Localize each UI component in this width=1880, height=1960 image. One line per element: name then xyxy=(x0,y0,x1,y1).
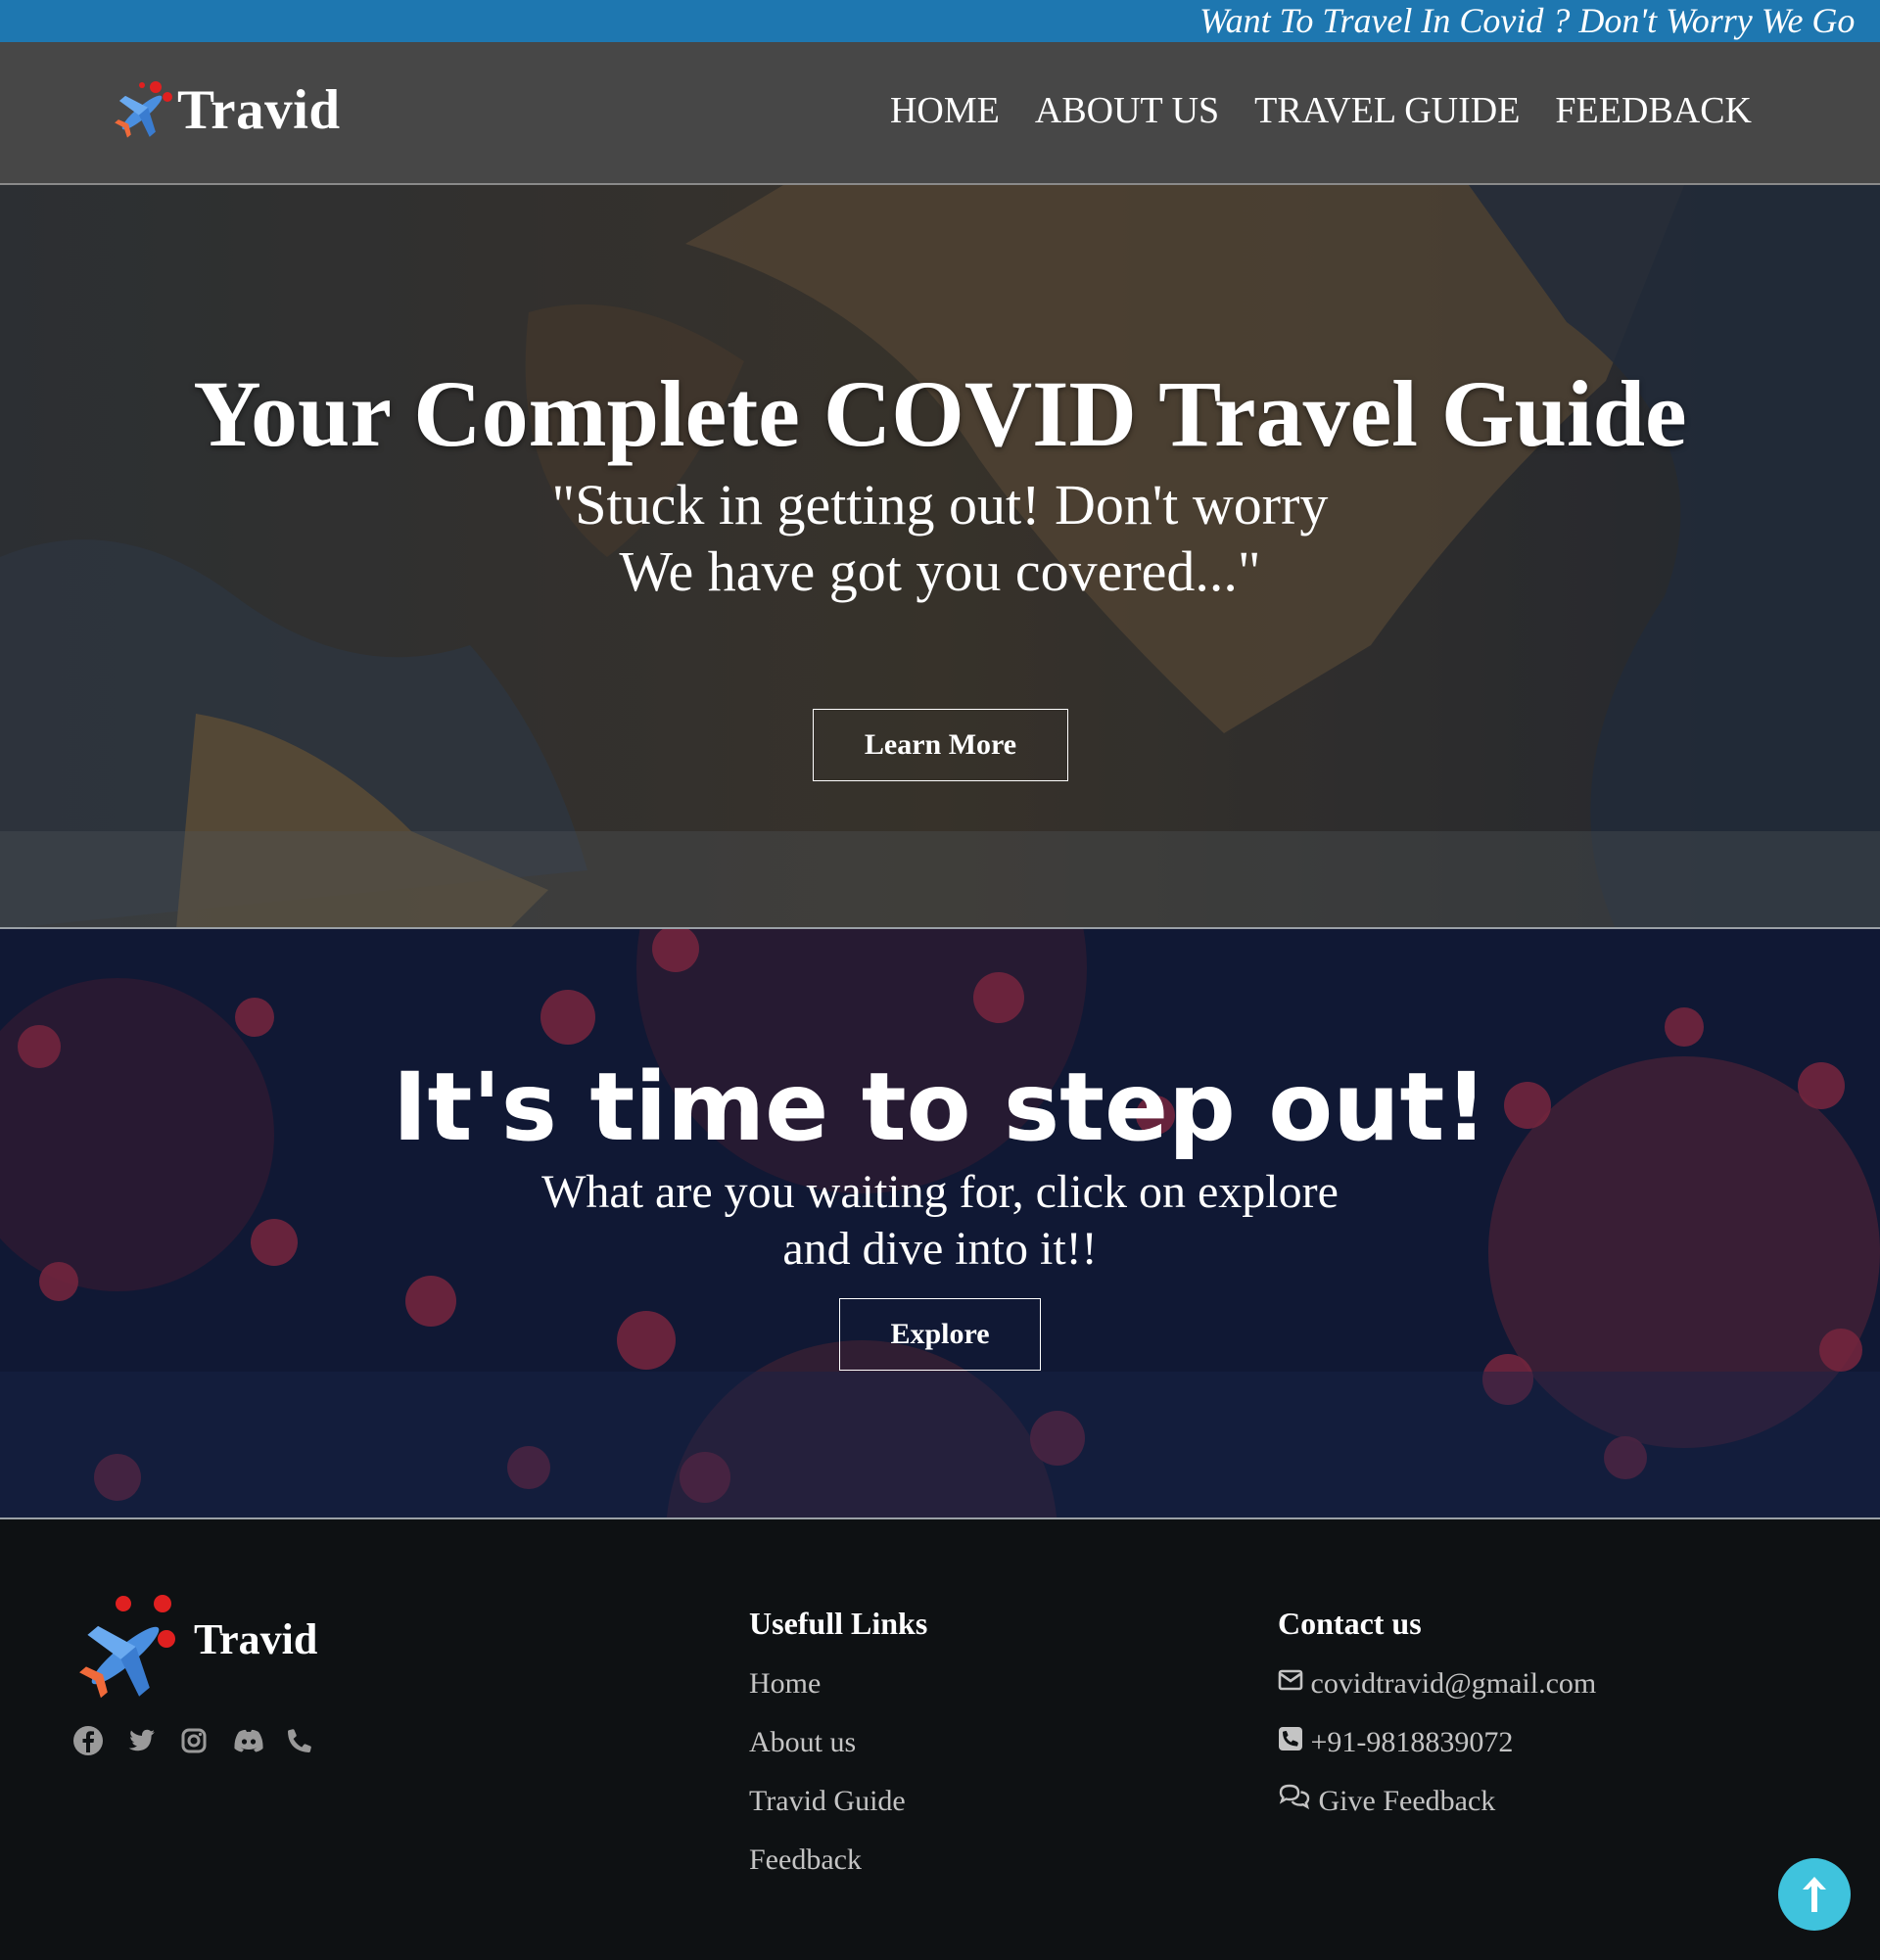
twitter-icon[interactable] xyxy=(125,1725,157,1756)
phone-square-icon xyxy=(1279,1727,1302,1750)
footer-link-home[interactable]: Home xyxy=(749,1664,927,1723)
explore-button[interactable]: Explore xyxy=(839,1298,1041,1371)
arrow-up-icon xyxy=(1803,1877,1826,1912)
envelope-icon xyxy=(1278,1669,1303,1691)
explore-subtitle-line-1: What are you waiting for, click on explo… xyxy=(541,1166,1339,1218)
explore-section: It's time to step out! What are you wait… xyxy=(0,929,1880,1519)
learn-more-button[interactable]: Learn More xyxy=(813,709,1068,781)
explore-subtitle: What are you waiting for, click on explo… xyxy=(0,1164,1880,1278)
navbar: Travid HOME ABOUT US TRAVEL GUIDE FEEDBA… xyxy=(0,42,1880,185)
airplane-logo-icon xyxy=(79,1595,175,1699)
explore-subtitle-line-2: and dive into it!! xyxy=(782,1223,1098,1275)
nav-item-travel-guide[interactable]: TRAVEL GUIDE xyxy=(1254,89,1520,132)
contact-email-link[interactable]: covidtravid@gmail.com xyxy=(1278,1664,1596,1723)
footer: Travid Usefull Links Home About us Travi… xyxy=(0,1519,1880,1960)
discord-icon[interactable] xyxy=(231,1725,263,1756)
contact-email: covidtravid@gmail.com xyxy=(1310,1667,1597,1700)
facebook-icon[interactable] xyxy=(72,1725,104,1756)
explore-bottom-band xyxy=(0,1372,1880,1517)
brand-name: Travid xyxy=(177,78,341,141)
social-links xyxy=(72,1725,315,1756)
hero-bottom-band xyxy=(0,831,1880,927)
footer-link-feedback[interactable]: Feedback xyxy=(749,1841,927,1899)
brand-link[interactable]: Travid xyxy=(113,77,341,142)
hero-subtitle: "Stuck in getting out! Don't worry We ha… xyxy=(0,472,1880,605)
nav-item-feedback[interactable]: FEEDBACK xyxy=(1555,89,1752,132)
give-feedback-link[interactable]: Give Feedback xyxy=(1278,1782,1596,1841)
hero-subtitle-line-2: We have got you covered..." xyxy=(619,539,1261,603)
useful-links-column: Usefull Links Home About us Travid Guide… xyxy=(749,1604,927,1899)
marquee-text: Want To Travel In Covid ? Don't Worry We… xyxy=(1199,1,1856,40)
hero-title: Your Complete COVID Travel Guide xyxy=(193,361,1687,466)
contact-heading: Contact us xyxy=(1278,1606,1422,1641)
hero-section: Your Complete COVID Travel Guide "Stuck … xyxy=(0,185,1880,929)
main-nav: HOME ABOUT US TRAVEL GUIDE FEEDBACK xyxy=(890,89,1752,132)
contact-phone-link[interactable]: +91-9818839072 xyxy=(1278,1723,1596,1782)
give-feedback: Give Feedback xyxy=(1318,1785,1496,1817)
instagram-icon[interactable] xyxy=(178,1725,210,1756)
footer-link-about-us[interactable]: About us xyxy=(749,1723,927,1782)
airplane-logo-icon xyxy=(115,81,172,138)
contact-column: Contact us covidtravid@gmail.com +91-981… xyxy=(1278,1604,1596,1841)
phone-icon[interactable] xyxy=(284,1725,315,1756)
hero-subtitle-line-1: "Stuck in getting out! Don't worry xyxy=(551,473,1329,537)
footer-brand[interactable]: Travid xyxy=(76,1592,317,1700)
scroll-to-top-button[interactable] xyxy=(1778,1858,1851,1931)
announcement-marquee: Want To Travel In Covid ? Don't Worry We… xyxy=(0,0,1880,42)
footer-link-travid-guide[interactable]: Travid Guide xyxy=(749,1782,927,1841)
useful-links-heading: Usefull Links xyxy=(749,1606,928,1641)
nav-item-home[interactable]: HOME xyxy=(890,89,1000,132)
nav-item-about-us[interactable]: ABOUT US xyxy=(1035,89,1219,132)
explore-title: It's time to step out! xyxy=(392,1052,1488,1162)
contact-phone: +91-9818839072 xyxy=(1310,1726,1514,1758)
footer-brand-name: Travid xyxy=(194,1614,318,1663)
comments-icon xyxy=(1279,1784,1310,1810)
